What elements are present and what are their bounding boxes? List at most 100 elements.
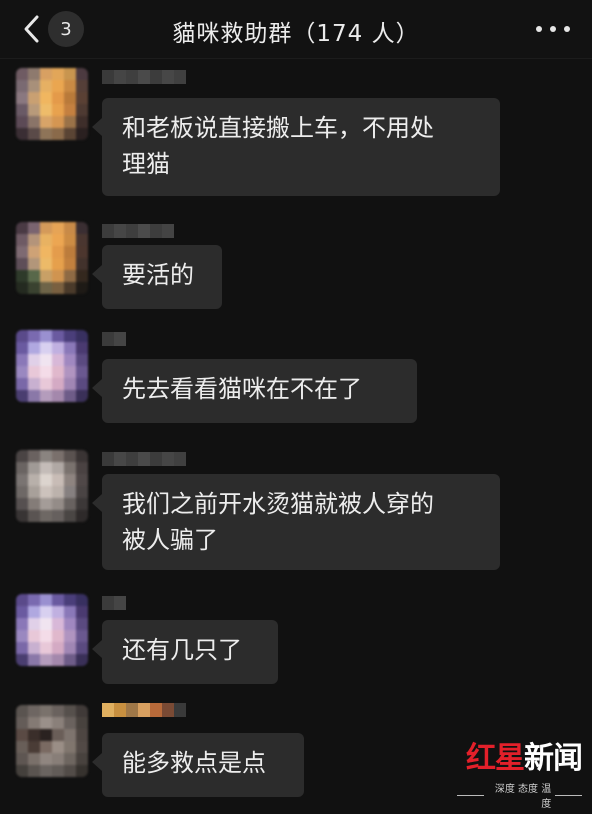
mosaic-cell [16,246,28,258]
more-dots-icon[interactable] [536,18,570,40]
mosaic-cell [138,703,150,717]
mosaic-cell [28,765,40,777]
watermark-tagline-row: 深度 态度 温度 [456,780,582,810]
mosaic-cell [76,510,88,522]
message-bubble[interactable]: 能多救点是点 [92,733,304,797]
sender-name-blurred [102,332,126,346]
mosaic-cell [52,258,64,270]
message-bubble[interactable]: 我们之前开水烫猫就被人穿的 被人骗了 [92,474,500,570]
dot [536,26,542,32]
message-bubble[interactable]: 还有几只了 [92,620,278,684]
mosaic-cell [52,498,64,510]
mosaic-cell [76,354,88,366]
mosaic-cell [64,450,76,462]
mosaic-cell [16,642,28,654]
message-bubble[interactable]: 和老板说直接搬上车，不用处 理猫 [92,98,500,196]
message-bubble[interactable]: 先去看看猫咪在不在了 [92,359,417,423]
mosaic-cell [28,68,40,80]
avatar[interactable] [16,705,88,777]
mosaic-cell [16,222,28,234]
mosaic-cell [40,258,52,270]
mosaic-cell [40,80,52,92]
mosaic-cell [102,332,114,346]
mosaic-cell [76,594,88,606]
mosaic-cell [114,70,126,84]
group-title: 貓咪救助群（174 人） [172,21,420,47]
mosaic-cell [52,474,64,486]
mosaic-cell [16,594,28,606]
mosaic-cell [28,222,40,234]
mosaic-cell [40,717,52,729]
mosaic-cell [162,703,174,717]
mosaic-cell [64,116,76,128]
mosaic-cell [28,729,40,741]
mosaic-cell [64,222,76,234]
message-bubble[interactable]: 要活的 [92,245,222,309]
avatar[interactable] [16,222,88,294]
avatar[interactable] [16,68,88,140]
mosaic-cell [28,80,40,92]
mosaic-cell [52,606,64,618]
mosaic-cell [76,630,88,642]
avatar[interactable] [16,450,88,522]
mosaic-cell [52,753,64,765]
mosaic-cell [52,246,64,258]
mosaic-cell [16,765,28,777]
mosaic-cell [16,104,28,116]
avatar[interactable] [16,594,88,666]
mosaic-cell [114,452,126,466]
mosaic-cell [52,234,64,246]
mosaic-cell [114,596,126,610]
mosaic-cell [76,104,88,116]
watermark-brand: 红星新闻 [457,742,583,776]
mosaic-cell [40,282,52,294]
mosaic-cell [28,474,40,486]
mosaic-cell [16,705,28,717]
mosaic-cell [76,498,88,510]
mosaic-cell [52,594,64,606]
mosaic-cell [16,128,28,140]
avatar[interactable] [16,330,88,402]
mosaic-cell [40,510,52,522]
mosaic-cell [64,630,76,642]
mosaic-cell [64,128,76,140]
mosaic-cell [114,224,126,238]
mosaic-cell [40,462,52,474]
mosaic-cell [76,618,88,630]
mosaic-cell [28,246,40,258]
mosaic-cell [150,703,162,717]
mosaic-cell [28,128,40,140]
mosaic-cell [28,642,40,654]
mosaic-cell [28,342,40,354]
mosaic-cell [40,705,52,717]
mosaic-cell [76,258,88,270]
mosaic-cell [40,618,52,630]
mosaic-cell [102,452,114,466]
mosaic-cell [16,630,28,642]
mosaic-cell [16,462,28,474]
mosaic-cell [52,486,64,498]
mosaic-cell [40,765,52,777]
mosaic-cell [40,246,52,258]
mosaic-cell [28,462,40,474]
mosaic-cell [16,116,28,128]
mosaic-cell [28,270,40,282]
mosaic-cell [40,729,52,741]
mosaic-cell [76,128,88,140]
mosaic-cell [174,703,186,717]
mosaic-cell [64,510,76,522]
mosaic-cell [40,342,52,354]
mosaic-cell [52,450,64,462]
mosaic-cell [52,378,64,390]
mosaic-cell [64,741,76,753]
mosaic-cell [28,498,40,510]
mosaic-cell [64,753,76,765]
mosaic-cell [64,366,76,378]
mosaic-cell [28,116,40,128]
watermark-tagline: 深度 态度 温度 [494,784,552,810]
mosaic-cell [28,717,40,729]
mosaic-cell [76,654,88,666]
mosaic-cell [52,80,64,92]
mosaic-cell [76,378,88,390]
mosaic-cell [16,450,28,462]
